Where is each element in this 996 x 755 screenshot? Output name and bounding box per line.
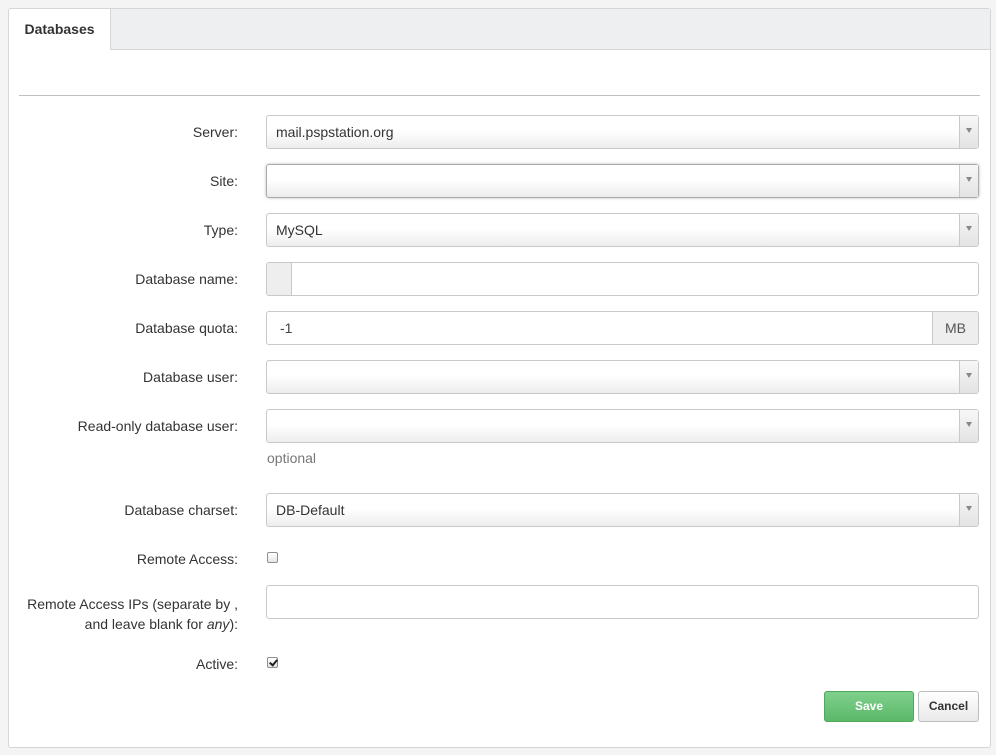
charset-label: Database charset: bbox=[124, 502, 238, 518]
chevron-down-icon[interactable] bbox=[959, 361, 978, 393]
chevron-down-icon[interactable] bbox=[959, 116, 978, 148]
server-select[interactable]: mail.pspstation.org bbox=[266, 115, 979, 149]
remote-ips-label-line1: Remote Access IPs (separate by , bbox=[27, 596, 238, 612]
database-quota-value: -1 bbox=[280, 320, 293, 336]
type-select[interactable]: MySQL bbox=[266, 213, 979, 247]
active-label: Active: bbox=[195, 656, 238, 672]
database-name-label: Database name: bbox=[135, 271, 238, 287]
site-select[interactable] bbox=[266, 164, 979, 198]
cancel-button[interactable]: Cancel bbox=[918, 691, 979, 722]
remote-ips-input[interactable] bbox=[266, 585, 979, 619]
save-button[interactable]: Save bbox=[824, 691, 914, 722]
charset-value: DB-Default bbox=[276, 502, 345, 518]
readonly-user-help: optional bbox=[267, 450, 317, 466]
quota-unit-addon: MB bbox=[932, 312, 978, 344]
section-divider bbox=[19, 95, 980, 96]
database-name-input[interactable] bbox=[266, 262, 979, 296]
remote-ips-label: Remote Access IPs (separate by , and lea… bbox=[19, 594, 238, 634]
charset-select[interactable]: DB-Default bbox=[266, 493, 979, 527]
site-label: Site: bbox=[209, 173, 238, 189]
database-user-select[interactable] bbox=[266, 360, 979, 394]
type-select-value: MySQL bbox=[276, 222, 323, 238]
tab-bar: Databases bbox=[9, 9, 990, 50]
chevron-down-icon[interactable] bbox=[959, 165, 978, 197]
readonly-user-label: Read-only database user: bbox=[77, 418, 238, 434]
remote-access-checkbox[interactable] bbox=[267, 552, 278, 563]
chevron-down-icon[interactable] bbox=[959, 494, 978, 526]
databases-panel: Databases Server: mail.pspstation.org Si… bbox=[8, 8, 991, 748]
database-user-label: Database user: bbox=[143, 369, 238, 385]
tab-databases[interactable]: Databases bbox=[9, 9, 111, 50]
remote-access-label: Remote Access: bbox=[136, 551, 238, 567]
type-label: Type: bbox=[203, 222, 238, 238]
database-quota-input[interactable]: -1 MB bbox=[266, 311, 979, 345]
database-quota-label: Database quota: bbox=[135, 320, 238, 336]
chevron-down-icon[interactable] bbox=[959, 410, 978, 442]
active-checkbox[interactable] bbox=[267, 657, 278, 668]
server-label: Server: bbox=[192, 124, 238, 140]
remote-ips-label-line2: and leave blank for any): bbox=[84, 616, 238, 632]
chevron-down-icon[interactable] bbox=[959, 214, 978, 246]
readonly-user-select[interactable] bbox=[266, 409, 979, 443]
server-select-value: mail.pspstation.org bbox=[276, 124, 394, 140]
database-name-prefix bbox=[267, 263, 292, 295]
